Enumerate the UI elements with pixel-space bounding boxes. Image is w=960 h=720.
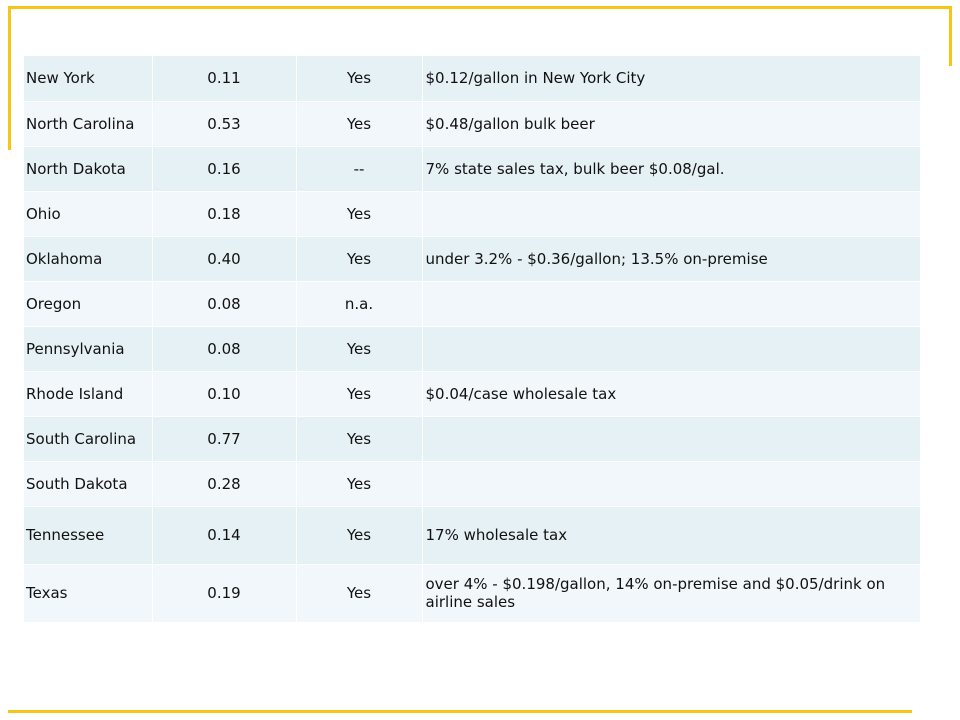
rate-cell: 0.08: [152, 281, 297, 327]
note-cell: $0.48/gallon bulk beer: [422, 101, 921, 147]
rate-cell: 0.18: [152, 191, 297, 237]
state-cell: North Carolina: [24, 101, 153, 147]
table-row: Ohio 0.18 Yes: [24, 191, 921, 237]
rate-cell: 0.16: [152, 146, 297, 192]
sales-tax-cell: --: [296, 146, 423, 192]
state-cell: North Dakota: [24, 146, 153, 192]
sales-tax-cell: Yes: [296, 416, 423, 462]
table-row: South Dakota 0.28 Yes: [24, 461, 921, 507]
note-cell: [422, 461, 921, 507]
table-row: North Dakota 0.16 -- 7% state sales tax,…: [24, 146, 921, 192]
table-row: Tennessee 0.14 Yes 17% wholesale tax: [24, 506, 921, 565]
rate-cell: 0.08: [152, 326, 297, 372]
state-cell: South Carolina: [24, 416, 153, 462]
table-row: North Carolina 0.53 Yes $0.48/gallon bul…: [24, 101, 921, 147]
sales-tax-cell: Yes: [296, 56, 423, 102]
table-row: Oklahoma 0.40 Yes under 3.2% - $0.36/gal…: [24, 236, 921, 282]
table-row: Oregon 0.08 n.a.: [24, 281, 921, 327]
rate-cell: 0.19: [152, 564, 297, 623]
note-cell: $0.12/gallon in New York City: [422, 56, 921, 102]
state-cell: Oregon: [24, 281, 153, 327]
rate-cell: 0.77: [152, 416, 297, 462]
state-cell: Tennessee: [24, 506, 153, 565]
state-cell: Oklahoma: [24, 236, 153, 282]
state-cell: Pennsylvania: [24, 326, 153, 372]
sales-tax-cell: Yes: [296, 371, 423, 417]
slide-frame-bottom-line: [8, 710, 912, 713]
table-row: Pennsylvania 0.08 Yes: [24, 326, 921, 372]
sales-tax-cell: Yes: [296, 506, 423, 565]
rate-cell: 0.11: [152, 56, 297, 102]
sales-tax-cell: Yes: [296, 236, 423, 282]
slide-frame-right-line: [949, 6, 952, 66]
beer-tax-table: New York 0.11 Yes $0.12/gallon in New Yo…: [24, 56, 921, 623]
rate-cell: 0.14: [152, 506, 297, 565]
sales-tax-cell: Yes: [296, 461, 423, 507]
note-cell: $0.04/case wholesale tax: [422, 371, 921, 417]
state-cell: South Dakota: [24, 461, 153, 507]
note-cell: 17% wholesale tax: [422, 506, 921, 565]
rate-cell: 0.53: [152, 101, 297, 147]
slide-frame-left-line: [8, 6, 11, 150]
table-row: Rhode Island 0.10 Yes $0.04/case wholesa…: [24, 371, 921, 417]
note-cell: 7% state sales tax, bulk beer $0.08/gal.: [422, 146, 921, 192]
sales-tax-cell: n.a.: [296, 281, 423, 327]
sales-tax-cell: Yes: [296, 101, 423, 147]
note-cell: [422, 281, 921, 327]
state-cell: Ohio: [24, 191, 153, 237]
sales-tax-cell: Yes: [296, 191, 423, 237]
rate-cell: 0.28: [152, 461, 297, 507]
beer-tax-table-container: New York 0.11 Yes $0.12/gallon in New Yo…: [24, 56, 921, 623]
sales-tax-cell: Yes: [296, 564, 423, 623]
slide-frame-top-line: [8, 6, 952, 9]
note-cell: [422, 416, 921, 462]
rate-cell: 0.10: [152, 371, 297, 417]
sales-tax-cell: Yes: [296, 326, 423, 372]
rate-cell: 0.40: [152, 236, 297, 282]
table-row: New York 0.11 Yes $0.12/gallon in New Yo…: [24, 56, 921, 102]
state-cell: Rhode Island: [24, 371, 153, 417]
table-row: South Carolina 0.77 Yes: [24, 416, 921, 462]
note-cell: [422, 191, 921, 237]
note-cell: [422, 326, 921, 372]
state-cell: New York: [24, 56, 153, 102]
note-cell: under 3.2% - $0.36/gallon; 13.5% on-prem…: [422, 236, 921, 282]
state-cell: Texas: [24, 564, 153, 623]
table-row: Texas 0.19 Yes over 4% - $0.198/gallon, …: [24, 564, 921, 623]
note-cell: over 4% - $0.198/gallon, 14% on-premise …: [422, 564, 921, 623]
